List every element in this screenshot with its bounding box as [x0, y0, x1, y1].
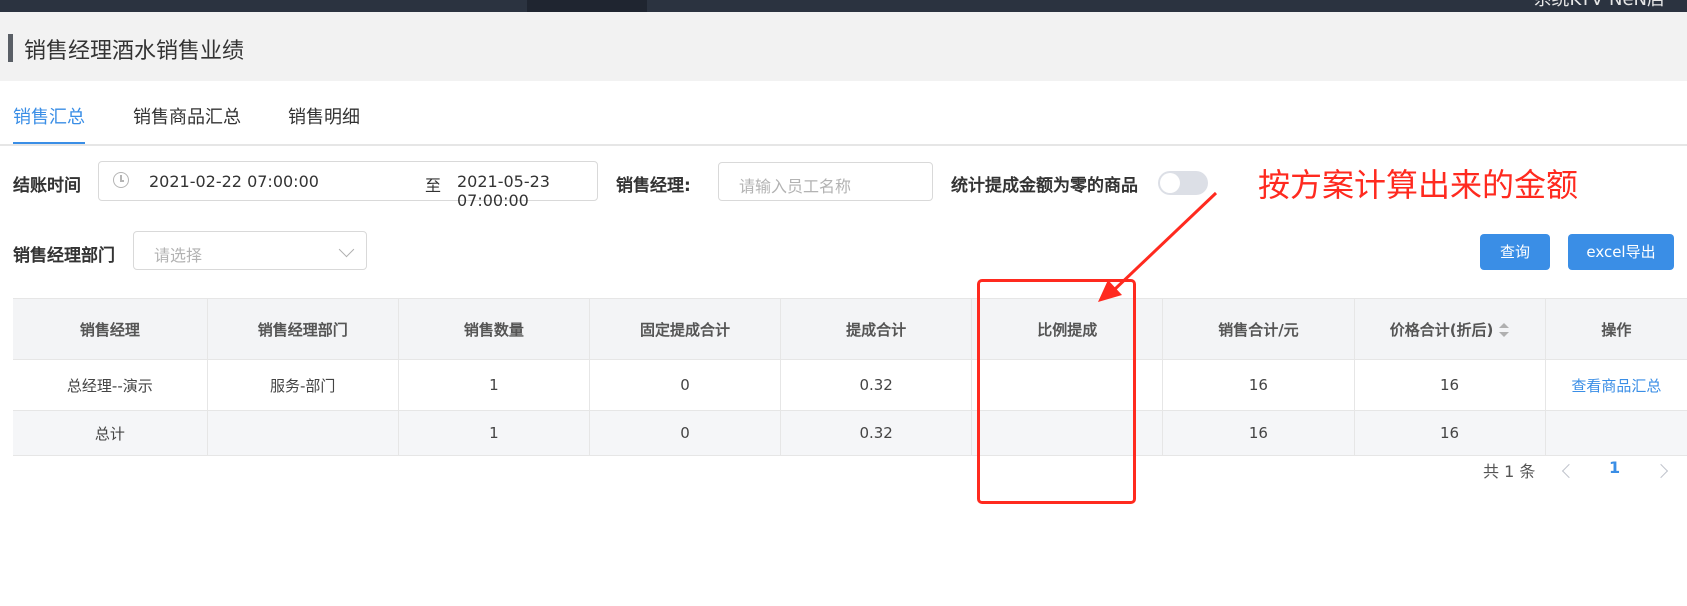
- sales-summary-table: 销售经理 销售经理部门 销售数量 固定提成合计 提成合计 比例提成 销售合计/元…: [13, 298, 1687, 456]
- tab-sales-detail[interactable]: 销售明细: [288, 100, 360, 142]
- clock-icon: [113, 172, 129, 188]
- total-commission: 0.32: [780, 410, 973, 456]
- date-separator: 至: [425, 176, 442, 195]
- cell-sales-total: 16: [1162, 359, 1355, 411]
- total-qty: 1: [398, 410, 590, 456]
- col-header-sales-total: 销售合计/元: [1162, 298, 1355, 360]
- chevron-down-icon: [338, 241, 355, 258]
- col-header-qty: 销售数量: [398, 298, 590, 360]
- page-title: 销售经理酒水销售业绩: [24, 39, 245, 64]
- view-product-summary-link[interactable]: 查看商品汇总: [1571, 377, 1661, 395]
- table-header-row: 销售经理 销售经理部门 销售数量 固定提成合计 提成合计 比例提成 销售合计/元…: [13, 298, 1687, 360]
- top-navigation-bar: 系统KTV NeN店: [0, 0, 1687, 12]
- cell-fixed-commission: 0: [589, 359, 782, 411]
- col-header-manager: 销售经理: [13, 298, 208, 360]
- cell-price-total: 16: [1354, 359, 1546, 411]
- page-header: 销售经理酒水销售业绩: [0, 12, 1687, 81]
- prev-page-icon[interactable]: [1561, 463, 1577, 479]
- zero-commission-label: 统计提成金额为零的商品: [951, 176, 1138, 196]
- next-page-icon[interactable]: [1653, 463, 1669, 479]
- toggle-knob: [1160, 173, 1180, 193]
- total-sales: 16: [1162, 410, 1355, 456]
- annotation-highlight-box: [977, 279, 1136, 504]
- table-total-row: 总计 1 0 0.32 16 16: [13, 410, 1687, 456]
- col-header-commission-total: 提成合计: [780, 298, 973, 360]
- cell-commission-total: 0.32: [780, 359, 973, 411]
- total-label: 总计: [13, 410, 208, 456]
- annotation-text: 按方案计算出来的金额: [1258, 166, 1579, 204]
- tab-product-summary[interactable]: 销售商品汇总: [133, 100, 241, 142]
- tab-sales-summary[interactable]: 销售汇总: [13, 100, 85, 144]
- col-header-dept: 销售经理部门: [207, 298, 399, 360]
- top-nav-active-segment[interactable]: [527, 0, 647, 12]
- checkout-time-label: 结账时间: [13, 176, 81, 196]
- pagination-total: 共 1 条: [1483, 462, 1536, 481]
- tab-bar: 销售汇总 销售商品汇总 销售明细: [0, 100, 1687, 146]
- total-price: 16: [1354, 410, 1546, 456]
- cell-action: 查看商品汇总: [1545, 359, 1687, 411]
- dept-label: 销售经理部门: [13, 246, 115, 266]
- date-start-value: 2021-02-22 07:00:00: [149, 172, 319, 191]
- col-header-price-total[interactable]: 价格合计(折后): [1354, 298, 1546, 360]
- cell-manager: 总经理--演示: [13, 359, 208, 411]
- manager-placeholder: 请输入员工名称: [739, 177, 852, 196]
- table-row: 总经理--演示 服务-部门 1 0 0.32 16 16 查看商品汇总: [13, 359, 1687, 411]
- store-name: 系统KTV NeN店: [1534, 0, 1665, 9]
- date-end-value: 2021-05-23 07:00:00: [457, 172, 550, 210]
- title-accent-bar: [8, 34, 13, 62]
- total-dept: [207, 410, 399, 456]
- dept-placeholder: 请选择: [154, 246, 203, 265]
- col-header-actions: 操作: [1545, 298, 1687, 360]
- total-action: [1545, 410, 1687, 456]
- date-range-picker[interactable]: 2021-02-22 07:00:00 至 2021-05-23 07:00:0…: [98, 161, 598, 210]
- excel-export-button[interactable]: excel导出: [1568, 234, 1674, 270]
- manager-search-input[interactable]: 请输入员工名称: [718, 162, 933, 201]
- price-total-label: 价格合计(折后): [1389, 320, 1494, 339]
- col-header-fixed-commission: 固定提成合计: [589, 298, 782, 360]
- pagination-current-page[interactable]: 1: [1609, 458, 1620, 477]
- cell-qty: 1: [398, 359, 590, 411]
- dept-select[interactable]: 请选择: [133, 231, 367, 270]
- cell-dept: 服务-部门: [207, 359, 399, 411]
- sort-icon[interactable]: [1499, 323, 1510, 337]
- query-button[interactable]: 查询: [1480, 234, 1550, 270]
- zero-commission-toggle[interactable]: [1158, 171, 1208, 195]
- total-fixed-commission: 0: [589, 410, 782, 456]
- manager-label: 销售经理:: [616, 176, 691, 196]
